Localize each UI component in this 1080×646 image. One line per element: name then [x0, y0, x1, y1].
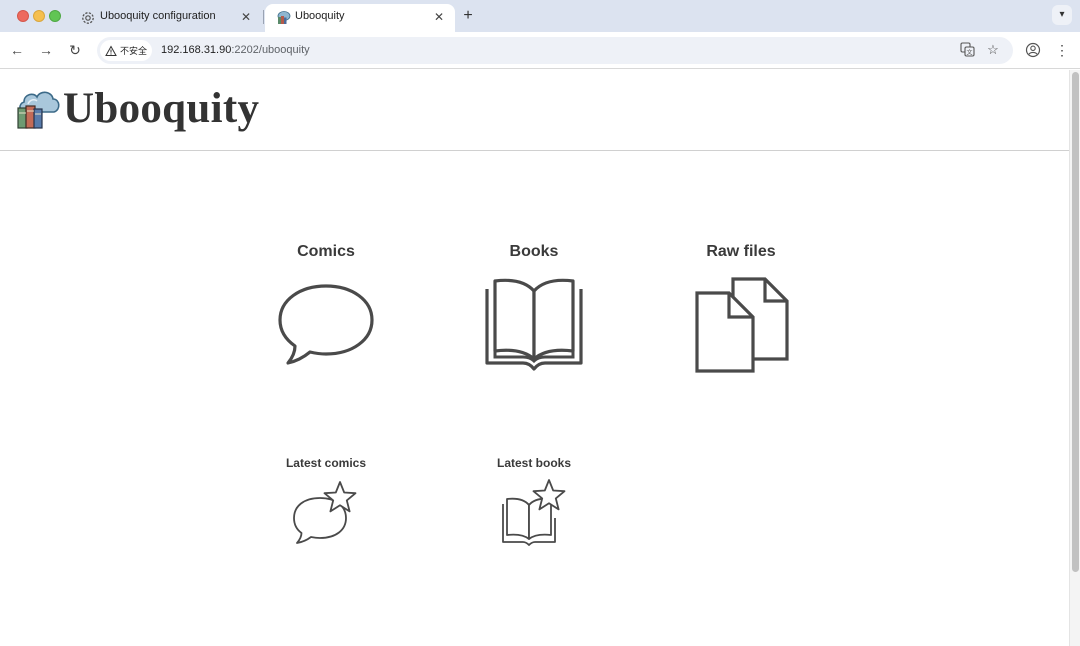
ubooquity-favicon [277, 11, 291, 24]
tab-ubooquity-configuration[interactable]: Ubooquity configuration ✕ [70, 4, 262, 32]
comics-label[interactable]: Comics [256, 243, 396, 261]
warning-triangle-icon [105, 44, 117, 56]
gear-icon [82, 12, 94, 24]
url-path: :2202/ubooquity [231, 44, 310, 56]
books-label[interactable]: Books [464, 243, 604, 261]
raw-files-label[interactable]: Raw files [671, 243, 811, 261]
forward-arrow-icon[interactable]: → [37, 41, 55, 59]
address-bar[interactable]: 不安全 192.168.31.90:2202/ubooquity 文 ☆ [97, 37, 1013, 64]
vertical-scrollbar[interactable] [1069, 70, 1080, 646]
latest-comics-label[interactable]: Latest comics [266, 456, 386, 470]
window-close-button[interactable] [17, 10, 29, 22]
tab-close-icon[interactable]: ✕ [431, 9, 447, 25]
tab-strip: Ubooquity configuration ✕ Ubooquity ✕ + … [0, 0, 1080, 32]
tab-separator [263, 10, 264, 24]
translate-icon[interactable]: 文 [959, 42, 975, 58]
open-book-star-icon[interactable] [497, 478, 571, 546]
latest-comics-tile[interactable]: Latest comics [266, 456, 386, 546]
site-title[interactable]: Ubooquity [63, 84, 259, 133]
security-chip[interactable]: 不安全 [100, 40, 152, 61]
svg-text:文: 文 [966, 49, 972, 57]
ubooquity-logo-icon[interactable] [15, 86, 63, 134]
browser-toolbar: ← → ↻ 不安全 192.168.31.90:2202/ubooquity 文… [0, 32, 1080, 69]
documents-icon[interactable] [691, 271, 791, 375]
tab-search-chevron-down-icon[interactable]: ▾ [1052, 5, 1072, 25]
back-arrow-icon[interactable]: ← [8, 41, 26, 59]
tab-ubooquity[interactable]: Ubooquity ✕ [265, 4, 455, 32]
speech-bubble-icon[interactable] [276, 275, 376, 375]
profile-avatar-icon[interactable] [1025, 42, 1041, 58]
site-header: Ubooquity [0, 70, 1069, 151]
tab-close-icon[interactable]: ✕ [238, 9, 254, 25]
reload-icon[interactable]: ↻ [66, 41, 84, 59]
window-zoom-button[interactable] [49, 10, 61, 22]
raw-files-tile[interactable]: Raw files [671, 243, 811, 375]
window-minimize-button[interactable] [33, 10, 45, 22]
bookmark-star-icon[interactable]: ☆ [985, 42, 1001, 58]
tab-title: Ubooquity [295, 10, 345, 22]
speech-bubble-star-icon[interactable] [290, 480, 362, 546]
scrollbar-thumb[interactable] [1072, 72, 1079, 572]
new-tab-button[interactable]: + [459, 7, 477, 25]
books-tile[interactable]: Books [464, 243, 604, 375]
translate-glyph: 文 [959, 42, 975, 57]
open-book-icon[interactable] [479, 271, 589, 375]
latest-books-label[interactable]: Latest books [474, 456, 594, 470]
url-host: 192.168.31.90 [161, 44, 232, 56]
url-text[interactable]: 192.168.31.90:2202/ubooquity [161, 44, 310, 56]
page-viewport: Ubooquity Comics Books Raw files Latest … [0, 70, 1080, 646]
security-label: 不安全 [120, 46, 148, 56]
tab-title: Ubooquity configuration [100, 10, 216, 22]
comics-tile[interactable]: Comics [256, 243, 396, 375]
kebab-menu-icon[interactable]: ⋮ [1055, 41, 1069, 59]
latest-books-tile[interactable]: Latest books [474, 456, 594, 546]
